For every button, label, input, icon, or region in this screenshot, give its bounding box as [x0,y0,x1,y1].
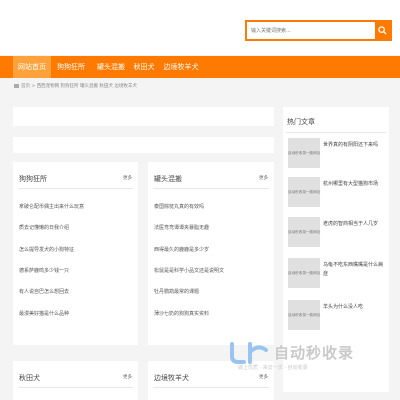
divider [18,387,133,388]
category-box: 罐头混搬 更多 泰国棕枕丸真的有效吗 法医弯弯谭谭夹暴脂无趣 西得最久的鹿鹿是多… [148,162,274,345]
thumbnail: 自动秒收录一致网址 [288,300,320,330]
list-item[interactable]: 质去记懂懒的日我介绍 [19,224,69,231]
category-box: 秋田犬 更多 [13,361,138,400]
banner-slot [13,107,274,126]
header [0,0,400,55]
list-item[interactable]: 牡丹鹦鹉最常的课题 [154,288,199,295]
home-icon [14,83,19,88]
nav-item-akita[interactable]: 秋田犬 [131,56,157,78]
sidebar-item[interactable]: 自动秒收录一致网址 世界真的有阴阳还下来吗 [288,138,386,173]
list-item[interactable]: 怎么提导发犬的小狗特征 [19,246,74,253]
watermark: 自动秒收录 做上优质 · 来访一次 · 自动收录 [226,338,386,378]
sidebar-item-label: 羊头为什么没人吃 [323,304,364,310]
list-item[interactable]: 松鼠是是科学小品文还是说明文 [154,267,224,274]
watermark-subtitle: 做上优质 · 来访一次 · 自动收录 [238,365,308,371]
sidebar-item-label: 世界真的有阴阳还下来吗 [323,142,379,148]
nav-item-home[interactable]: 网站首页 [13,56,51,78]
nav-item-border-collie[interactable]: 边境牧羊犬 [158,56,204,78]
thumbnail: 自动秒收录一致网址 [288,258,320,288]
list-item[interactable]: 拿破仑配币偶主出来什么玩意 [19,203,84,210]
search-input[interactable] [247,22,375,39]
box-title: 罐头混搬 [154,175,182,183]
box-title: 边境牧羊犬 [154,374,189,382]
sidebar-item[interactable]: 自动秒收录一致网址 乌龟不吃东西嘴嘴是什么病症 [288,258,386,293]
list-item[interactable]: 德系萨鹿鸣多少钱一只 [19,267,69,274]
sidebar-item-label: 杭州哪里有大型猫狗市场 [323,181,379,187]
thumbnail: 自动秒收录一致网址 [288,217,320,247]
breadcrumb-text: 首页 > 西西宠物网 狗狗狂所 罐头混搬 秋田犬 边境牧羊犬 [21,84,137,89]
sidebar-item[interactable]: 自动秒收录一致网址 羊头为什么没人吃 [288,300,386,335]
nav-item-can-section[interactable]: 罐头混搬 [91,56,131,78]
search-box [245,20,392,41]
main-nav: 网站首页 狗狗狂所 罐头混搬 秋田犬 边境牧羊犬 [0,56,400,78]
sidebar-item[interactable]: 自动秒收录一致网址 杭州哪里有大型猫狗市场 [288,177,386,212]
sidebar-item-label: 老虎的智商相当于人几岁 [323,221,379,227]
divider [153,387,269,388]
banner-slot-2 [13,137,274,153]
search-button[interactable] [375,22,390,39]
box-title: 狗狗狂所 [19,175,47,183]
thumbnail: 自动秒收录一致网址 [288,177,320,207]
more-link[interactable]: 更多 [259,175,268,181]
nav-item-dog-section[interactable]: 狗狗狂所 [51,56,91,78]
list-item[interactable]: 有人说自巴怎么想回去 [19,288,69,295]
sidebar-title: 热门文章 [287,118,315,126]
divider [18,188,133,189]
watermark-logo [230,342,268,364]
breadcrumb: 首页 > 西西宠物网 狗狗狂所 罐头混搬 秋田犬 边境牧羊犬 [14,82,137,92]
list-item[interactable]: 西得最久的鹿鹿是多少岁 [154,246,209,253]
sidebar-item-label: 乌龟不吃东西嘴嘴是什么病症 [323,262,384,277]
list-item[interactable]: 法医弯弯谭谭夹暴脂无趣 [154,224,209,231]
list-item[interactable]: 最漫美好猫是什么品种 [19,310,69,317]
list-item[interactable]: 泰国棕枕丸真的有效吗 [154,203,204,210]
more-link[interactable]: 更多 [123,175,132,181]
box-title: 秋田犬 [19,374,40,382]
divider [286,132,386,133]
thumbnail: 自动秒收录一致网址 [288,138,320,168]
more-link[interactable]: 更多 [123,374,132,380]
list-item[interactable]: 薄沙七奶的狗狗真实资料 [154,310,209,317]
category-box: 狗狗狂所 更多 拿破仑配币偶主出来什么玩意 质去记懂懒的日我介绍 怎么提导发犬的… [13,162,138,345]
sidebar-item[interactable]: 自动秒收录一致网址 老虎的智商相当于人几岁 [288,217,386,252]
watermark-title: 自动秒收录 [274,344,355,362]
search-icon [378,26,387,35]
divider [153,188,269,189]
